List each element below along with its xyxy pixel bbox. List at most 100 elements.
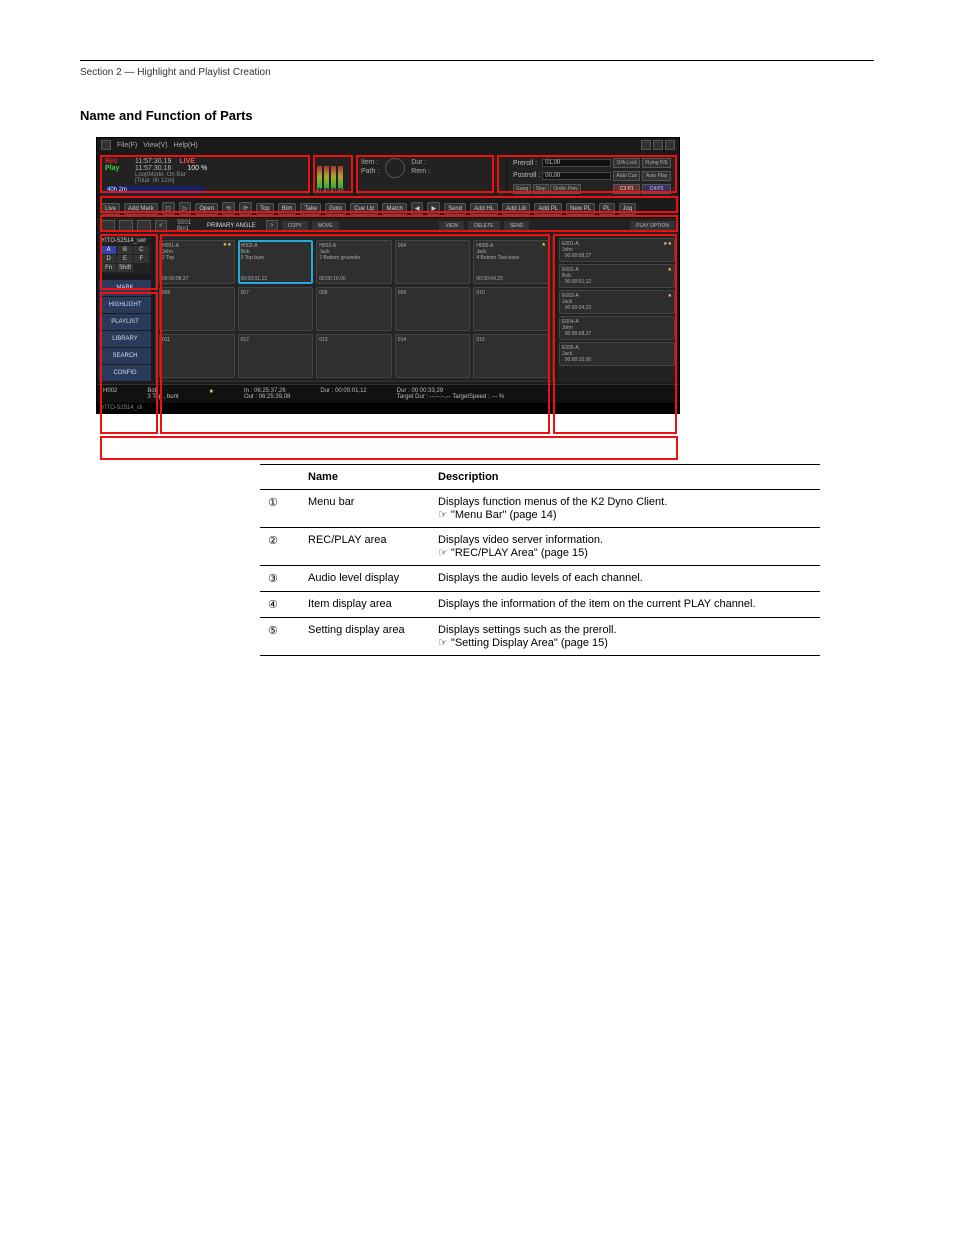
play-tc: 11:57:30,16 [135, 165, 171, 172]
audio-ch-labels: A1 A2 A7 A8 [316, 188, 344, 194]
auto-play-button[interactable]: Auto Play [642, 171, 671, 181]
postroll-field[interactable]: 00,00 [542, 172, 611, 180]
prev-bin-button[interactable]: < [155, 220, 167, 232]
mode-button-playlist[interactable]: PLAYLIST [99, 314, 151, 330]
delete-button[interactable]: DELETE [468, 221, 499, 231]
table-row: ⑤Setting display areaDisplays settings s… [260, 618, 820, 656]
recorder-folder: YITO-52514_swr ABCDEFFnShift [99, 236, 151, 274]
toolbar-button[interactable]: ◀ [411, 202, 424, 215]
clip[interactable]: H003-AJack2 Bottom grounder00:00:10,00 [316, 240, 392, 284]
copy-button[interactable]: COPY [282, 221, 308, 231]
toolbar-button[interactable]: Top [256, 203, 274, 215]
oa-lock-button[interactable]: O/A Lock [613, 158, 640, 168]
toolbar-button[interactable]: Add Mark [124, 203, 158, 215]
menu-view[interactable]: View(V) [143, 142, 167, 149]
c4-button[interactable]: C4:P2 [642, 184, 671, 194]
toolbar-button[interactable]: ⟳ [239, 202, 252, 215]
table-row: ③Audio level displayDisplays the audio l… [260, 566, 820, 592]
onair-prev-button[interactable]: OnAir Prev [550, 184, 580, 194]
clip[interactable]: 009 [395, 287, 471, 331]
list-item[interactable]: E002-A★Bob 00:00:01,12 [559, 264, 675, 288]
item-display: Item :Path : Dur :Rem : [356, 155, 505, 197]
toolbar-button[interactable]: New PL [566, 203, 595, 215]
bin-operation-bar: < S001Bin1 PRIMARY ANGLE > COPY MOVE VIE… [97, 217, 679, 234]
clip[interactable]: 010 [473, 287, 549, 331]
mode-button-highlight[interactable]: HIGHLIGHT [99, 297, 151, 313]
minimize-icon[interactable] [641, 140, 651, 150]
toolbar-button[interactable]: Send [444, 203, 466, 215]
table-row: ①Menu barDisplays function menus of the … [260, 490, 820, 528]
clip[interactable]: H002-ABob3 Top bunt00:00:01,12 [238, 240, 314, 284]
c3-button[interactable]: C3:P1 [613, 184, 640, 194]
clip[interactable]: 015 [473, 334, 549, 378]
list-item[interactable]: E003-A★Jack 00:00:04,23 [559, 290, 675, 314]
send-button[interactable]: SEND [504, 221, 530, 231]
toolbar-button[interactable]: Live [101, 203, 120, 215]
stop-button[interactable]: Stop [533, 184, 549, 194]
view-button[interactable]: VIEW [439, 221, 464, 231]
toolbar-button[interactable]: Jog [619, 203, 637, 215]
view-mode-icon[interactable] [119, 220, 133, 232]
clip[interactable]: 012 [238, 334, 314, 378]
mode-button-library[interactable]: LIBRARY [99, 331, 151, 347]
toolbar-button[interactable]: Add Lib [502, 203, 530, 215]
page-button[interactable]: C [134, 246, 149, 254]
table-row: ④Item display areaDisplays the informati… [260, 592, 820, 618]
mode-button-mark[interactable]: MARK [99, 280, 151, 296]
function-buttons: Live Add Mark ◻ ▷Open ⟲ ⟳ Top BtmTake Goto Cue Up… [97, 200, 679, 217]
mode-button-search[interactable]: SEARCH [99, 348, 151, 364]
clip[interactable]: 013 [316, 334, 392, 378]
view-mode-icon[interactable] [137, 220, 151, 232]
list-item[interactable]: E005-AJack 00:00:10,00 [559, 342, 675, 366]
toolbar-button[interactable]: Add PL [534, 203, 562, 215]
toolbar-button[interactable]: ▶ [427, 202, 440, 215]
clip[interactable]: 008 [316, 287, 392, 331]
page-button[interactable]: F [134, 255, 149, 263]
flying-pe-button[interactable]: Flying P/E [642, 158, 671, 168]
toolbar-button[interactable]: Btm [278, 203, 297, 215]
clip[interactable]: 014 [395, 334, 471, 378]
toolbar-button[interactable]: Open [195, 203, 218, 215]
mode-buttons: MARKHIGHLIGHTPLAYLISTLIBRARYSEARCHCONFIG [99, 280, 151, 381]
clip[interactable]: 011 [159, 334, 235, 378]
setting-display: Preroll : 01,00 O/A Lock Flying P/E Post… [508, 155, 676, 197]
menu-file[interactable]: File(F) [117, 142, 137, 149]
page-button[interactable]: E [117, 255, 132, 263]
toolbar-button[interactable]: Take [300, 203, 321, 215]
gang-button[interactable]: Gang [513, 184, 531, 194]
clip[interactable]: H001-AJohn2 Top★★00:00:08,27 [159, 240, 235, 284]
play-option-button[interactable]: PLAY OPTION [630, 221, 675, 231]
bin-grid: H001-AJohn2 Top★★00:00:08,27H002-ABob3 T… [155, 236, 553, 382]
preroll-field[interactable]: 01,00 [542, 159, 611, 167]
toolbar-button[interactable]: Match [382, 203, 406, 215]
page-button[interactable]: Fn [101, 264, 116, 272]
toolbar-button[interactable]: Goto [325, 203, 346, 215]
toolbar-button[interactable]: PL [599, 203, 614, 215]
clip[interactable]: 006 [159, 287, 235, 331]
close-icon[interactable] [665, 140, 675, 150]
list-item[interactable]: E001-A★★John 00:00:08,27 [559, 238, 675, 262]
page-button[interactable]: D [101, 255, 116, 263]
toolbar-button[interactable]: Cue Up [350, 203, 378, 215]
toolbar-button[interactable]: ▷ [179, 202, 192, 215]
menu-help[interactable]: Help(H) [174, 142, 198, 149]
clip[interactable]: H005-AJack4 Bottom Two-base★00:00:04,23 [473, 240, 549, 284]
maximize-icon[interactable] [653, 140, 663, 150]
page-button[interactable]: A [101, 246, 116, 254]
view-mode-icon[interactable] [101, 220, 115, 232]
page-button[interactable]: B [117, 246, 132, 254]
clip[interactable]: 004 [395, 240, 471, 284]
capacity-bar: 40h 2m [105, 186, 205, 194]
mode-button-config[interactable]: CONFIG [99, 365, 151, 381]
move-button[interactable]: MOVE [312, 221, 339, 231]
list-item[interactable]: E004-AJohn 00:00:08,27 [559, 316, 675, 340]
toolbar-button[interactable]: ◻ [162, 202, 175, 215]
page-button[interactable]: Shift [117, 264, 132, 272]
next-bin-button[interactable]: > [266, 220, 278, 232]
auto-cue-button[interactable]: Auto Cue [613, 171, 640, 181]
toolbar-button[interactable]: Add HL [470, 203, 498, 215]
toolbar-button[interactable]: ⟲ [222, 202, 235, 215]
item-circle-icon [385, 158, 405, 178]
app-icon [101, 140, 111, 150]
clip[interactable]: 007 [238, 287, 314, 331]
